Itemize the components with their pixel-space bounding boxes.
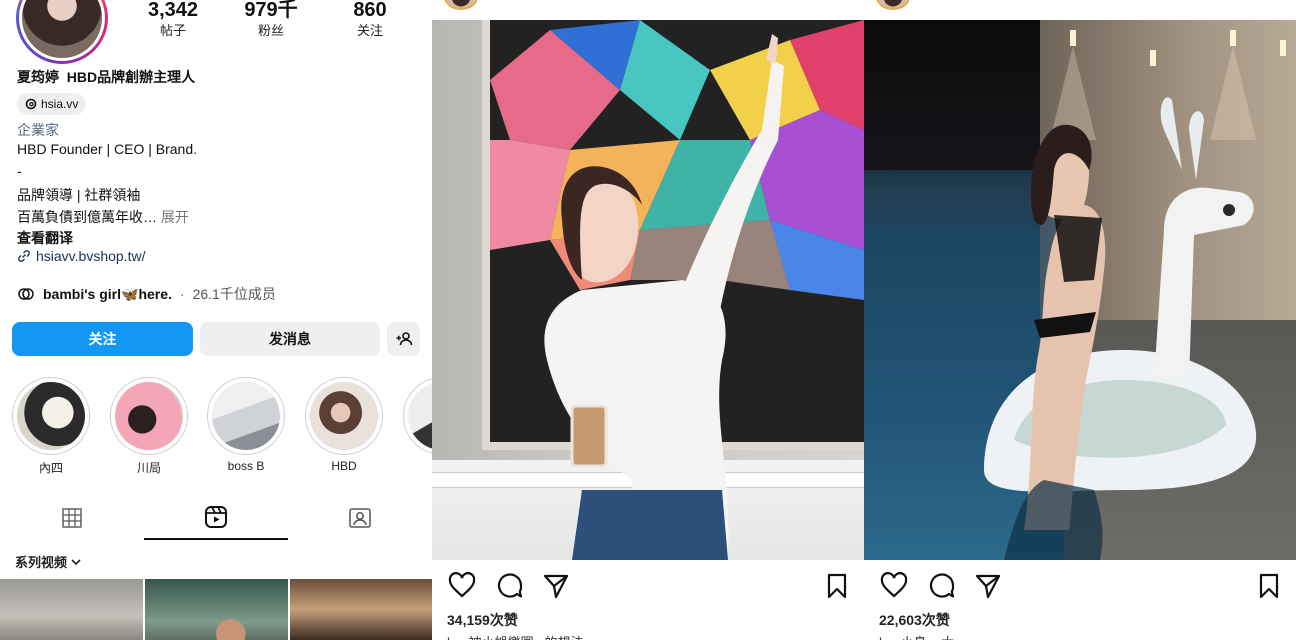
bio-line-2: - — [17, 163, 22, 179]
comment-icon[interactable] — [496, 572, 524, 600]
profile-name-line: 夏筠婷 HBD品牌創辦主理人 — [17, 67, 195, 87]
series-videos-label: 系列视频 — [15, 555, 68, 570]
share-icon[interactable] — [974, 572, 1002, 600]
post-caption: h... 小鳥... 大 ... — [879, 632, 969, 640]
profile-headline: HBD品牌創辦主理人 — [66, 69, 196, 85]
reels-icon — [205, 506, 227, 528]
profile-link-text: hsiavv.bvshop.tw/ — [36, 248, 146, 264]
comment-icon[interactable] — [928, 572, 956, 600]
share-icon[interactable] — [542, 572, 570, 600]
threads-community-count: 26.1千位成员 — [192, 286, 276, 302]
threads-community-separator: · — [179, 286, 185, 302]
message-button[interactable]: 发消息 — [200, 322, 380, 356]
like-count[interactable]: 22,603次赞 — [879, 610, 950, 630]
reel-thumbnail[interactable] — [290, 579, 432, 640]
threads-handle: hsia.vv — [41, 97, 79, 111]
heart-icon[interactable] — [448, 572, 476, 600]
threads-community-row[interactable]: bambi's girl🦋here. · 26.1千位成员 — [17, 284, 276, 304]
bio-line-4-text: 百萬負債到億萬年收… — [17, 209, 157, 225]
profile-link[interactable]: hsiavv.bvshop.tw/ — [17, 248, 145, 264]
like-count[interactable]: 34,159次赞 — [447, 610, 518, 630]
feed-post: 34,159次赞 h... 被小娛樂圈...的想法 — [432, 0, 864, 640]
highlight-label: 川局 — [136, 461, 161, 475]
stat-posts[interactable]: 3,342 帖子 — [133, 0, 213, 40]
tab-tagged[interactable] — [288, 496, 432, 540]
stat-posts-label: 帖子 — [159, 23, 186, 38]
highlight-label: boss B — [227, 459, 265, 473]
bookmark-icon[interactable] — [1255, 572, 1283, 600]
threads-icon — [25, 98, 37, 110]
stat-posts-value: 3,342 — [147, 0, 199, 21]
chevron-down-icon — [71, 558, 81, 565]
bio-line-1: HBD Founder | CEO | Brand. — [17, 141, 198, 157]
story-highlight[interactable]: boss B — [207, 377, 285, 473]
story-highlight[interactable]: 內四 — [12, 377, 90, 476]
stat-followers[interactable]: 979千 粉丝 — [231, 0, 311, 40]
threads-badge[interactable]: hsia.vv — [17, 93, 87, 115]
link-icon — [18, 250, 30, 262]
post-author-avatar[interactable] — [876, 0, 910, 10]
follow-button[interactable]: 关注 — [12, 322, 193, 356]
post-actions — [864, 566, 1296, 606]
stat-following-label: 关注 — [356, 23, 383, 38]
tab-posts-grid[interactable] — [0, 496, 144, 540]
post-author-avatar[interactable] — [444, 0, 478, 10]
story-highlight[interactable]: HBD — [305, 377, 383, 473]
feed-post: 22,603次赞 h... 小鳥... 大 ... — [864, 0, 1296, 640]
profile-category: 企業家 — [17, 122, 59, 138]
grid-icon — [62, 508, 82, 528]
highlight-label: HBD — [331, 459, 357, 473]
heart-icon[interactable] — [880, 572, 908, 600]
highlight-cover — [207, 377, 285, 455]
profile-avatar[interactable] — [16, 0, 108, 64]
reel-thumbnail[interactable] — [145, 579, 288, 640]
highlight-cover — [12, 377, 90, 455]
profile-tab-bar — [0, 496, 432, 540]
reel-thumbnail[interactable] — [0, 579, 143, 640]
profile-panel: 3,342 帖子 979千 粉丝 860 关注 夏筠婷 HBD品牌創辦主理人 h… — [0, 0, 432, 640]
threads-community-name: bambi's girl🦋here. — [43, 285, 172, 302]
bio-line-3: 品牌領導 | 社群領袖 — [17, 187, 141, 203]
threads-community-icon — [18, 288, 34, 300]
post-image[interactable] — [432, 20, 864, 560]
highlight-label: HB — [403, 459, 432, 473]
bio-line-4: 百萬負債到億萬年收… 展开 — [17, 207, 189, 227]
bookmark-icon[interactable] — [823, 572, 851, 600]
suggest-users-button[interactable] — [387, 322, 420, 356]
profile-name: 夏筠婷 — [17, 69, 59, 85]
stat-followers-label: 粉丝 — [257, 23, 284, 38]
translate-link[interactable]: 查看翻译 — [17, 228, 73, 248]
tab-reels[interactable] — [144, 496, 288, 540]
stat-followers-value: 979千 — [244, 0, 298, 21]
highlight-cover — [110, 377, 188, 455]
post-image[interactable] — [864, 20, 1296, 560]
bio-more-link[interactable]: 展开 — [161, 209, 189, 225]
story-highlight[interactable]: HB — [403, 377, 432, 473]
add-user-icon — [396, 332, 412, 346]
series-videos-dropdown[interactable]: 系列视频 — [15, 552, 82, 571]
stat-following-value: 860 — [353, 0, 387, 21]
post-actions — [432, 566, 864, 606]
highlight-cover — [305, 377, 383, 455]
highlight-label: 內四 — [38, 461, 63, 475]
tagged-icon — [349, 508, 371, 528]
highlight-cover — [403, 377, 432, 455]
story-highlight[interactable]: 川局 — [110, 377, 188, 476]
post-caption: h... 被小娛樂圈...的想法 — [447, 632, 584, 640]
stat-following[interactable]: 860 关注 — [330, 0, 410, 40]
